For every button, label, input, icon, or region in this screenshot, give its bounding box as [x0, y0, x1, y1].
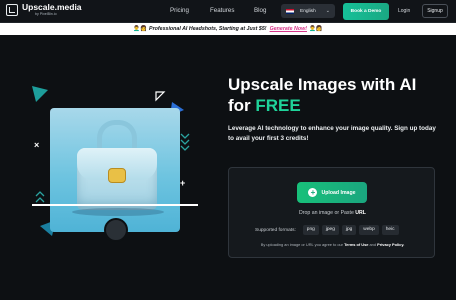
format-badge: heic — [381, 225, 399, 235]
terms-text: By uploading an image or URL you agree t… — [260, 242, 345, 247]
promo-banner: 👨‍🦱👩 Professional AI Headshots, Starting… — [0, 23, 456, 35]
nav-link-pricing[interactable]: Pricing — [170, 7, 189, 14]
drop-text: Drop an image or Paste — [299, 210, 356, 216]
uk-flag-icon — [286, 8, 294, 14]
hero-title-for: for — [228, 96, 256, 115]
chevrons-down-icon — [180, 133, 190, 151]
compare-slider-line[interactable] — [32, 204, 198, 206]
signup-button[interactable]: Signup — [422, 4, 448, 18]
privacy-policy-link[interactable]: Privacy Policy. — [377, 242, 404, 247]
drop-instructions: Drop an image or Paste URL — [229, 210, 436, 216]
hero-title-line1: Upscale Images with AI — [228, 75, 417, 94]
chevron-down-icon: ⌄ — [325, 8, 330, 14]
format-badge: png — [302, 225, 319, 235]
formats-label: Supported formats: — [255, 227, 296, 233]
book-demo-button[interactable]: Book a Demo — [343, 3, 389, 20]
triangle-outline-icon — [155, 91, 166, 102]
upload-image-button[interactable]: + Upload Image — [297, 182, 367, 203]
triangle-icon — [32, 86, 48, 102]
plus-icon: + — [180, 178, 186, 188]
banner-emoji-left: 👨‍🦱👩 — [133, 26, 148, 32]
plus-circle-icon: + — [308, 188, 318, 197]
nav-link-blog[interactable]: Blog — [254, 7, 266, 14]
hero-title: Upscale Images with AI for FREE — [228, 74, 448, 116]
logo-icon — [6, 3, 18, 16]
banner-text: Professional AI Headshots, Starting at J… — [149, 26, 267, 32]
language-label: English — [300, 8, 316, 14]
generate-now-link[interactable]: Generate Now! — [270, 26, 307, 32]
supported-formats: Supported formats: png jpeg jpg webp hei… — [255, 225, 399, 235]
clasp-icon — [108, 168, 126, 183]
language-select[interactable]: English ⌄ — [281, 4, 335, 18]
terms-notice: By uploading an image or URL you agree t… — [229, 242, 436, 247]
format-badge: webp — [359, 225, 379, 235]
login-link[interactable]: Login — [398, 8, 410, 14]
terms-and-text: and — [368, 242, 378, 247]
nav-link-features[interactable]: Features — [210, 7, 234, 14]
upload-button-label: Upload Image — [321, 189, 356, 196]
upload-dropzone[interactable]: + Upload Image Drop an image or Paste UR… — [228, 167, 435, 258]
logo-subtitle: by PixelBin.io — [35, 11, 57, 16]
format-badge: jpeg — [321, 225, 339, 235]
top-nav: Upscale.media by PixelBin.io Pricing Fea… — [0, 0, 456, 23]
paste-url-link[interactable]: URL — [355, 210, 366, 216]
close-icon: × — [34, 140, 40, 150]
format-badge: jpg — [341, 225, 357, 235]
logo-title: Upscale.media — [22, 2, 82, 12]
terms-of-use-link[interactable]: Terms of Use — [344, 242, 368, 247]
logo[interactable]: Upscale.media by PixelBin.io — [6, 3, 82, 16]
compare-slider-handle[interactable] — [104, 218, 128, 242]
hero-title-free: FREE — [255, 96, 301, 115]
banner-emoji-right: 👨‍🦱👩 — [308, 26, 323, 32]
hero-image-area: × + — [30, 84, 200, 244]
hero-subtitle: Leverage AI technology to enhance your i… — [228, 125, 436, 142]
hero-handbag-image — [50, 108, 180, 232]
